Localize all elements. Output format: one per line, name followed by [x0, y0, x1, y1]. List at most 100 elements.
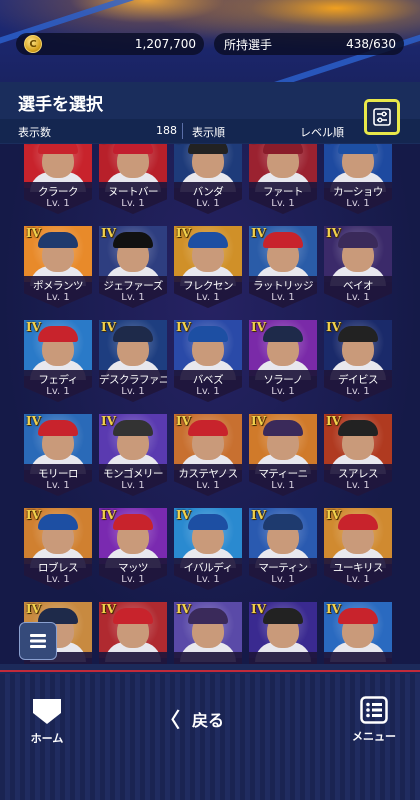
player-card[interactable]: IV ベイオ Lv. 1	[324, 226, 392, 308]
home-label: ホーム	[30, 732, 64, 745]
player-name: カステヤノス	[178, 468, 238, 480]
player-level: Lv. 1	[346, 198, 370, 209]
home-plate-icon	[33, 699, 61, 724]
home-button[interactable]: ホーム	[22, 696, 72, 746]
player-name: マティーニ	[258, 468, 308, 480]
player-name: マーティン	[258, 562, 308, 574]
menu-button[interactable]: メニュー	[344, 696, 404, 744]
player-level: Lv. 1	[121, 480, 145, 491]
list-menu-button[interactable]	[19, 622, 57, 660]
player-card[interactable]: IV イバルディ Lv. 1	[174, 508, 242, 590]
player-cap	[38, 326, 78, 342]
owned-label: 所持選手	[224, 37, 273, 52]
player-level: Lv. 1	[346, 386, 370, 397]
player-card[interactable]: IV	[99, 602, 167, 664]
player-level: Lv. 1	[271, 198, 295, 209]
player-level: Lv. 1	[196, 574, 220, 585]
bottom-nav: ホーム 〈 戻る メニュー	[0, 674, 420, 800]
player-card[interactable]: IV スアレス Lv. 1	[324, 414, 392, 496]
player-card[interactable]: IV	[324, 602, 392, 664]
player-name: ヌートバー	[108, 186, 159, 198]
player-level: Lv. 1	[271, 480, 295, 491]
player-cap	[338, 144, 378, 154]
player-card[interactable]: IV	[249, 602, 317, 664]
player-name: スアレス	[338, 468, 379, 480]
player-card[interactable]: IV バベズ Lv. 1	[174, 320, 242, 402]
player-cap	[263, 514, 303, 530]
player-card[interactable]: IV モンゴメリー Lv. 1	[99, 414, 167, 496]
player-cap	[38, 232, 78, 248]
player-level: Lv. 1	[196, 198, 220, 209]
player-card[interactable]: IV デイビス Lv. 1	[324, 320, 392, 402]
coin-balance: C 1,207,700	[16, 33, 204, 55]
player-level: Lv. 1	[46, 574, 70, 585]
order-label: 表示順	[192, 126, 225, 139]
name-plate	[174, 652, 242, 664]
player-name: モンゴメリー	[103, 468, 164, 480]
back-button[interactable]: 〈 戻る	[160, 704, 224, 733]
player-level: Lv. 1	[346, 480, 370, 491]
list-icon	[30, 634, 46, 648]
owned-players: 所持選手 438/630	[214, 33, 404, 55]
player-name: ユーキリス	[333, 562, 384, 574]
player-name: バベズ	[192, 374, 224, 386]
player-cap	[338, 514, 378, 530]
player-grid: IVクラークLv. 1IVヌートバーLv. 1IVバンダLv. 1IVファートL…	[24, 144, 394, 664]
player-card[interactable]: IV マティーニ Lv. 1	[249, 414, 317, 496]
player-cap	[263, 420, 303, 436]
player-name: ベイオ	[343, 280, 374, 292]
owned-value: 438/630	[346, 37, 396, 51]
player-name: バンダ	[192, 186, 224, 198]
player-level: Lv. 1	[346, 574, 370, 585]
player-cap	[338, 232, 378, 248]
player-card[interactable]: IVヌートバーLv. 1	[99, 144, 167, 214]
count-value: 188	[156, 124, 177, 137]
player-level: Lv. 1	[121, 292, 145, 303]
player-level: Lv. 1	[196, 480, 220, 491]
player-grid-area: IVクラークLv. 1IVヌートバーLv. 1IVバンダLv. 1IVファートL…	[0, 144, 420, 664]
player-cap	[263, 608, 303, 624]
player-card[interactable]: IVカーショウLv. 1	[324, 144, 392, 214]
bottom-divider	[0, 664, 420, 674]
order-value[interactable]: レベル順	[300, 124, 344, 140]
menu-label: メニュー	[352, 730, 396, 743]
player-cap	[113, 232, 153, 248]
player-card[interactable]: IV ユーキリス Lv. 1	[324, 508, 392, 590]
player-name: ポメランツ	[33, 280, 84, 292]
player-name: ファート	[263, 186, 304, 198]
menu-icon	[360, 696, 388, 724]
player-card[interactable]: IV モリーロ Lv. 1	[24, 414, 92, 496]
player-card[interactable]: IV ラットリッジ Lv. 1	[249, 226, 317, 308]
filter-button[interactable]	[364, 99, 400, 135]
player-name: クラーク	[38, 186, 79, 198]
player-card[interactable]: IV カステヤノス Lv. 1	[174, 414, 242, 496]
page-title: 選手を選択	[18, 95, 103, 115]
player-card[interactable]: IV デスクラファニー Lv. 1	[99, 320, 167, 402]
player-card[interactable]: IV マーティン Lv. 1	[249, 508, 317, 590]
player-card[interactable]: IV フレクセン Lv. 1	[174, 226, 242, 308]
player-card[interactable]: IV ソラーノ Lv. 1	[249, 320, 317, 402]
player-card[interactable]: IV ロブレス Lv. 1	[24, 508, 92, 590]
player-level: Lv. 1	[46, 198, 70, 209]
player-cap	[188, 608, 228, 624]
player-name: イバルディ	[183, 562, 233, 574]
player-cap	[188, 232, 228, 248]
player-cap	[188, 420, 228, 436]
player-card[interactable]: IVファートLv. 1	[249, 144, 317, 214]
back-label: 戻る	[192, 710, 225, 730]
player-card[interactable]: IV マッツ Lv. 1	[99, 508, 167, 590]
player-cap	[113, 420, 153, 436]
player-name: フェディ	[38, 374, 78, 386]
player-name: フレクセン	[183, 280, 234, 292]
player-card[interactable]: IV ポメランツ Lv. 1	[24, 226, 92, 308]
player-card[interactable]: IV ジェファーズ Lv. 1	[99, 226, 167, 308]
player-card[interactable]: IVバンダLv. 1	[174, 144, 242, 214]
player-name: マッツ	[118, 562, 149, 574]
player-cap	[38, 420, 78, 436]
player-card[interactable]: IVクラークLv. 1	[24, 144, 92, 214]
player-level: Lv. 1	[121, 198, 145, 209]
coin-symbol: C	[29, 38, 37, 50]
player-card[interactable]: IV フェディ Lv. 1	[24, 320, 92, 402]
player-card[interactable]: IV	[174, 602, 242, 664]
player-level: Lv. 1	[121, 386, 145, 397]
